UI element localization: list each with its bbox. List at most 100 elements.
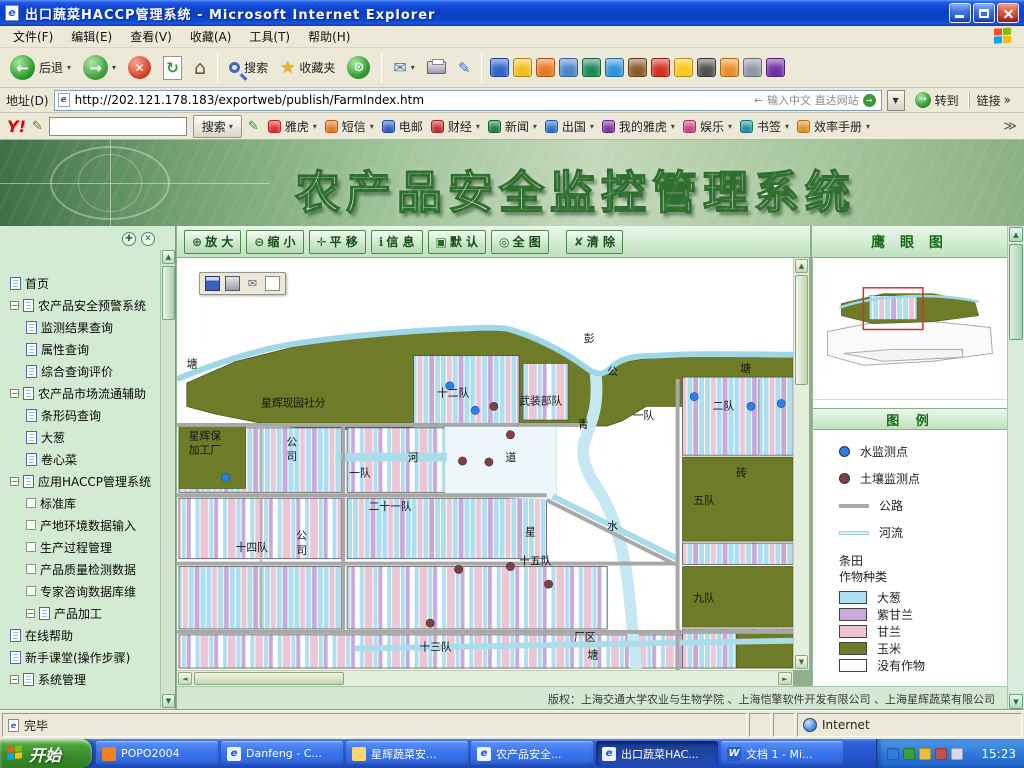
- ball-blue-icon[interactable]: [605, 58, 624, 77]
- tray-icon[interactable]: [935, 748, 947, 760]
- scrollbar-thumb[interactable]: [194, 672, 344, 685]
- hint-go-icon[interactable]: →: [863, 94, 876, 107]
- start-button[interactable]: 开始: [0, 739, 92, 768]
- tray-icon[interactable]: [903, 748, 915, 760]
- yahoo-item[interactable]: 出国▾: [542, 118, 597, 135]
- yahoo-search-input[interactable]: [49, 117, 187, 136]
- clock[interactable]: 15:23: [981, 747, 1016, 761]
- menu-item[interactable]: 编辑(E): [62, 25, 121, 48]
- compass-icon[interactable]: [559, 58, 578, 77]
- sidebar-item[interactable]: −农产品安全预警系统: [0, 294, 161, 316]
- address-hint[interactable]: ← 输入中文 直达网站 →: [754, 92, 878, 108]
- print-button[interactable]: [422, 59, 451, 76]
- books-icon[interactable]: [628, 58, 647, 77]
- minimize-button[interactable]: [949, 3, 971, 23]
- address-input[interactable]: e http://202.121.178.183/exportweb/publi…: [54, 90, 882, 111]
- pin-button[interactable]: ✚: [122, 232, 136, 246]
- page-scrollbar[interactable]: ▲ ▼: [1007, 226, 1024, 710]
- soil-monitor-point[interactable]: [544, 580, 552, 588]
- water-monitor-point[interactable]: [747, 402, 755, 410]
- map-viewport[interactable]: 塘彭公塘星辉现园社分十二队武装部队一队二队星辉保加工厂公司河道一队青水星二十一队…: [177, 258, 793, 670]
- close-button[interactable]: [997, 3, 1019, 23]
- sidebar-item[interactable]: 属性查询: [0, 338, 161, 360]
- collapse-icon[interactable]: −: [10, 301, 19, 310]
- sidebar-item[interactable]: 条形码查询: [0, 404, 161, 426]
- tray-icon[interactable]: [919, 748, 931, 760]
- sidebar-item[interactable]: −产品加工: [0, 602, 161, 624]
- sidebar-item[interactable]: 大葱: [0, 426, 161, 448]
- messenger-icon[interactable]: [490, 58, 509, 77]
- yahoo-item[interactable]: 雅虎▾: [265, 118, 320, 135]
- taskbar-task[interactable]: e农产品安全...: [471, 741, 593, 766]
- water-monitor-point[interactable]: [471, 406, 479, 414]
- soil-monitor-point[interactable]: [506, 431, 514, 439]
- search-button[interactable]: 搜索: [224, 57, 273, 78]
- yahoo-item[interactable]: 我的雅虎▾: [599, 118, 678, 135]
- scroll-down-icon[interactable]: ▼: [1009, 694, 1023, 709]
- soil-monitor-point[interactable]: [490, 402, 498, 410]
- soil-monitor-point[interactable]: [426, 619, 434, 627]
- maximize-button[interactable]: [973, 3, 995, 23]
- print-icon[interactable]: [225, 276, 240, 291]
- cup-icon[interactable]: [536, 58, 555, 77]
- go-button[interactable]: → 转到: [910, 92, 964, 109]
- chevron-down-icon[interactable]: ▾: [411, 63, 415, 72]
- sidebar-item[interactable]: 新手课堂(操作步骤): [0, 646, 161, 668]
- chevron-down-icon[interactable]: ▾: [67, 63, 71, 72]
- sidebar-item[interactable]: 监测结果查询: [0, 316, 161, 338]
- water-monitor-point[interactable]: [777, 399, 785, 407]
- sidebar-item[interactable]: 在线帮助: [0, 624, 161, 646]
- forward-button[interactable]: → ▾: [78, 53, 121, 82]
- tray-icon[interactable]: [951, 748, 963, 760]
- water-monitor-point[interactable]: [690, 393, 698, 401]
- yahoo-item[interactable]: 娱乐▾: [680, 118, 735, 135]
- menu-item[interactable]: 文件(F): [4, 25, 62, 48]
- sidebar-item[interactable]: 综合查询评价: [0, 360, 161, 382]
- map-horizontal-scrollbar[interactable]: ◄ ►: [177, 670, 793, 686]
- taskbar-task[interactable]: W文档 1 - Mi...: [721, 741, 843, 766]
- yahoo-item[interactable]: 电邮: [379, 118, 426, 135]
- taskbar-task[interactable]: e出口蔬菜HAC...: [596, 741, 718, 766]
- y-messenger-icon[interactable]: [766, 58, 785, 77]
- sidebar-item[interactable]: 首页: [0, 272, 161, 294]
- yahoo-item[interactable]: 新闻▾: [485, 118, 540, 135]
- default-view-button[interactable]: ▣默 认: [428, 230, 487, 254]
- taskbar-task[interactable]: 星辉蔬菜安...: [346, 741, 468, 766]
- chevron-down-icon[interactable]: ▾: [112, 63, 116, 72]
- map-vertical-scrollbar[interactable]: ▲ ▼: [793, 258, 809, 670]
- menu-item[interactable]: 帮助(H): [299, 25, 359, 48]
- address-dropdown-button[interactable]: ▼: [887, 90, 905, 111]
- scroll-right-icon[interactable]: ►: [778, 672, 792, 685]
- menu-item[interactable]: 收藏(A): [181, 25, 241, 48]
- highlight-pen-icon[interactable]: ✎: [248, 119, 259, 134]
- close-sidebar-button[interactable]: ✕: [141, 232, 155, 246]
- tray-icon[interactable]: [887, 748, 899, 760]
- zoom-in-button[interactable]: ⊕放 大: [184, 230, 241, 254]
- edit-button[interactable]: ✎: [453, 57, 476, 79]
- sidebar-item[interactable]: 标准库: [0, 492, 161, 514]
- sidebar-item[interactable]: 生产过程管理: [0, 536, 161, 558]
- back-button[interactable]: ← 后退 ▾: [5, 53, 76, 82]
- zoom-out-button[interactable]: ⊖缩 小: [246, 230, 303, 254]
- favorites-button[interactable]: ★ 收藏夹: [275, 56, 340, 80]
- scroll-down-icon[interactable]: ▼: [162, 694, 175, 708]
- menu-item[interactable]: 查看(V): [121, 25, 181, 48]
- sidebar-item[interactable]: 产地环境数据输入: [0, 514, 161, 536]
- globe-green-icon[interactable]: [582, 58, 601, 77]
- soil-monitor-point[interactable]: [485, 458, 493, 466]
- copy-icon[interactable]: [265, 276, 280, 291]
- save-icon[interactable]: [205, 276, 220, 291]
- collapse-icon[interactable]: −: [10, 675, 19, 684]
- yahoo-logo-icon[interactable]: Y!: [7, 117, 26, 136]
- sidebar-item[interactable]: −系统管理: [0, 668, 161, 690]
- yahoo-item[interactable]: 书签▾: [737, 118, 792, 135]
- sidebar-item[interactable]: 专家咨询数据库维: [0, 580, 161, 602]
- overflow-chevron-icon[interactable]: ≫: [1003, 119, 1017, 134]
- eagle-eye-map[interactable]: [813, 258, 1008, 400]
- scroll-up-icon[interactable]: ▲: [162, 250, 175, 264]
- smiley-icon[interactable]: [513, 58, 532, 77]
- info-button[interactable]: ℹ信 息: [371, 230, 423, 254]
- pencil-icon[interactable]: ✎: [32, 119, 43, 134]
- refresh-button[interactable]: ↻: [158, 54, 187, 82]
- sidebar-scrollbar[interactable]: ▲ ▼: [160, 250, 175, 708]
